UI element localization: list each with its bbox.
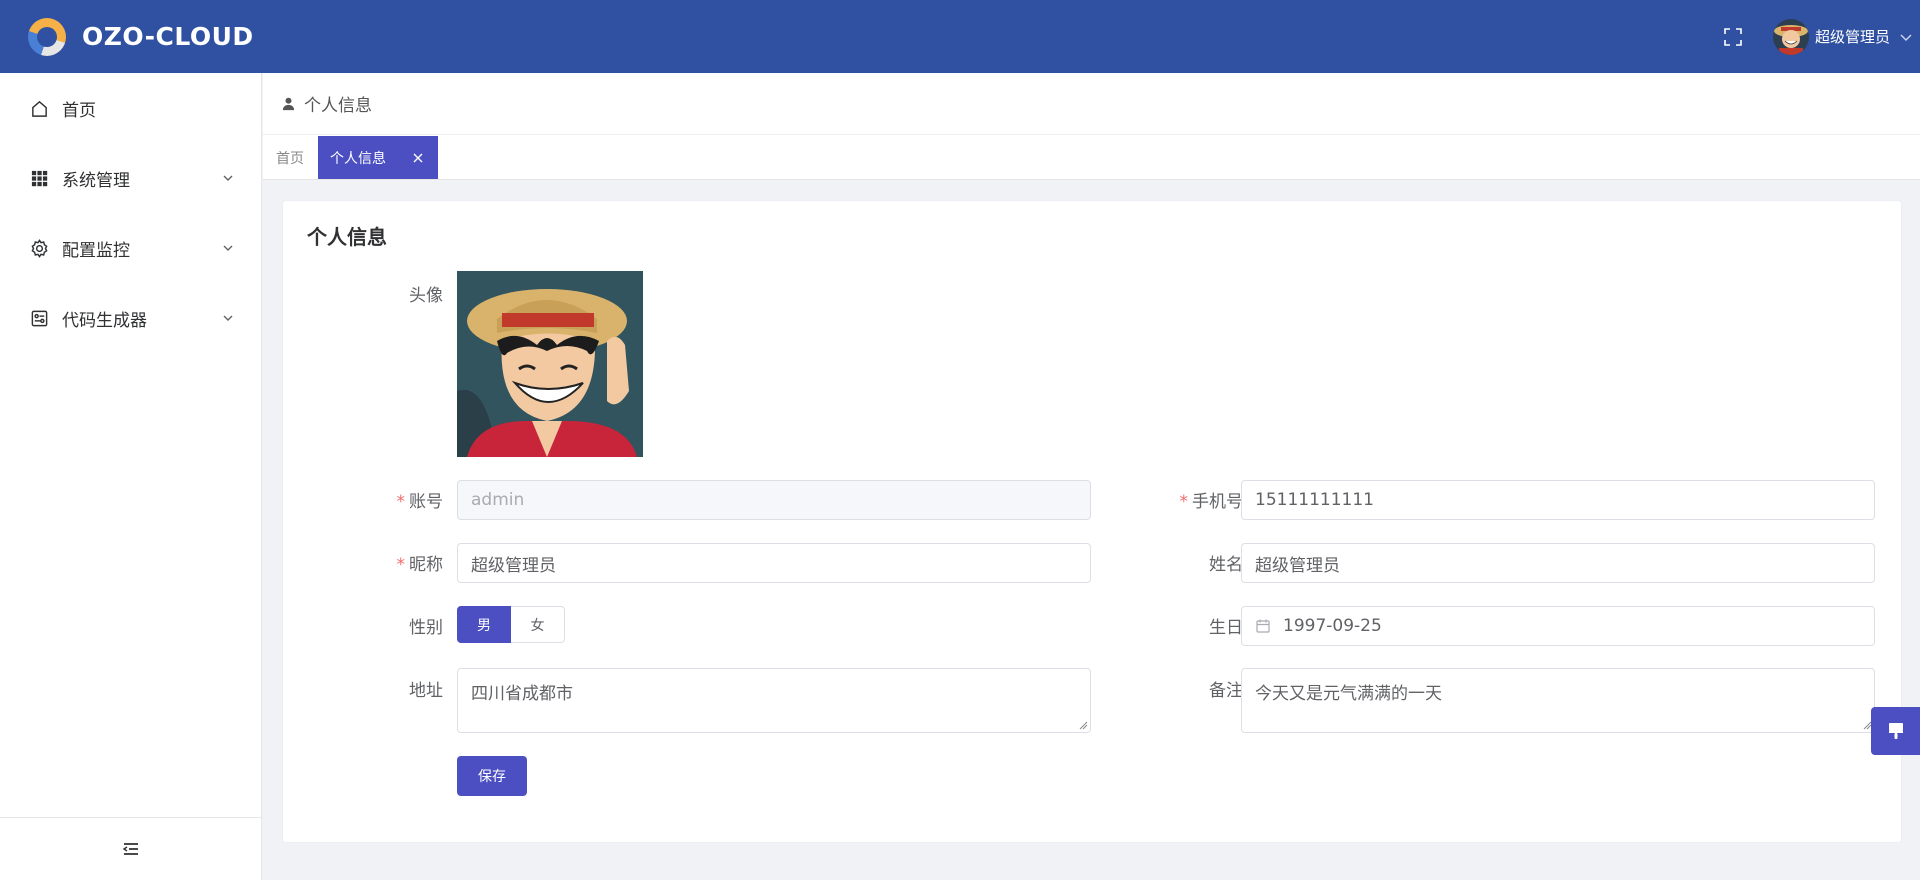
address-textarea[interactable]: 四川省成都市 bbox=[457, 668, 1091, 733]
breadcrumb: 个人信息 bbox=[263, 73, 1920, 135]
account-label: * 账号 bbox=[396, 492, 444, 512]
sidebar-item-label: 系统管理 bbox=[62, 170, 130, 191]
resize-handle-icon[interactable] bbox=[1079, 721, 1088, 730]
nickname-label: * 昵称 bbox=[396, 555, 444, 575]
sidebar-footer bbox=[0, 817, 261, 880]
gender-female-button[interactable]: 女 bbox=[511, 606, 565, 643]
phone-input[interactable]: 15111111111 bbox=[1241, 480, 1875, 520]
address-label: 地址 bbox=[409, 681, 443, 701]
sidebar: 首页 系统管理 配置监控 代码生成器 bbox=[0, 73, 262, 880]
tab-home[interactable]: 首页 bbox=[263, 136, 317, 179]
tab-profile[interactable]: 个人信息 bbox=[318, 136, 438, 179]
avatar[interactable] bbox=[1772, 18, 1809, 55]
top-header: OZO-CLOUD 超级管理员 bbox=[0, 0, 1920, 73]
calendar-icon bbox=[1256, 619, 1270, 633]
remark-label: 备注 bbox=[1209, 681, 1243, 701]
sidebar-item-system[interactable]: 系统管理 bbox=[0, 143, 261, 213]
grid-icon bbox=[31, 170, 48, 186]
chevron-down-icon[interactable] bbox=[1898, 29, 1914, 45]
chevron-down-icon bbox=[223, 315, 233, 321]
home-icon bbox=[32, 100, 47, 117]
breadcrumb-text: 个人信息 bbox=[304, 96, 372, 116]
profile-card: 个人信息 头像 * 账号 admin * 手机号 15111111111 * 昵称 超… bbox=[282, 200, 1902, 843]
avatar-upload[interactable] bbox=[457, 271, 643, 457]
fullscreen-icon[interactable] bbox=[1723, 27, 1743, 47]
user-icon bbox=[282, 97, 295, 111]
gender-male-button[interactable]: 男 bbox=[457, 606, 511, 643]
nickname-input[interactable]: 超级管理员 bbox=[457, 543, 1091, 583]
sidebar-item-label: 首页 bbox=[62, 100, 96, 121]
chevron-down-icon bbox=[223, 245, 233, 251]
account-input: admin bbox=[457, 480, 1091, 520]
sidebar-item-label: 配置监控 bbox=[62, 240, 130, 261]
user-name[interactable]: 超级管理员 bbox=[1815, 26, 1890, 47]
address-value: 四川省成都市 bbox=[471, 684, 573, 704]
logo[interactable]: OZO-CLOUD bbox=[28, 17, 254, 56]
gear-icon bbox=[31, 238, 48, 258]
logo-text: OZO-CLOUD bbox=[82, 22, 254, 51]
birthday-value: 1997-09-25 bbox=[1283, 616, 1382, 636]
name-input[interactable]: 超级管理员 bbox=[1241, 543, 1875, 583]
remark-textarea[interactable]: 今天又是元气满满的一天 bbox=[1241, 668, 1875, 733]
phone-label: * 手机号 bbox=[1179, 492, 1244, 512]
close-icon[interactable] bbox=[412, 152, 424, 164]
birthday-input[interactable]: 1997-09-25 bbox=[1241, 606, 1875, 646]
avatar-label: 头像 bbox=[409, 286, 443, 306]
paint-brush-icon bbox=[1888, 723, 1903, 739]
save-button[interactable]: 保存 bbox=[457, 756, 527, 796]
sidebar-item-config-monitor[interactable]: 配置监控 bbox=[0, 213, 261, 283]
tab-label: 个人信息 bbox=[330, 150, 386, 167]
code-generator-icon bbox=[31, 310, 48, 326]
tabs-bar: 首页 个人信息 bbox=[263, 135, 1920, 180]
avatar-image bbox=[457, 271, 643, 457]
sidebar-item-code-generator[interactable]: 代码生成器 bbox=[0, 283, 261, 353]
card-title: 个人信息 bbox=[307, 225, 387, 249]
logo-icon bbox=[28, 17, 66, 56]
theme-settings-button[interactable] bbox=[1871, 707, 1920, 755]
header-right: 超级管理员 bbox=[1723, 0, 1920, 73]
remark-value: 今天又是元气满满的一天 bbox=[1255, 684, 1442, 704]
name-label: 姓名 bbox=[1209, 555, 1243, 575]
chevron-down-icon bbox=[223, 175, 233, 181]
gender-radio-group: 男 女 bbox=[457, 606, 565, 643]
sidebar-item-label: 代码生成器 bbox=[62, 310, 147, 331]
menu-collapse-icon[interactable] bbox=[122, 841, 140, 857]
sidebar-item-home[interactable]: 首页 bbox=[0, 73, 261, 143]
gender-label: 性别 bbox=[409, 618, 443, 638]
birthday-label: 生日 bbox=[1209, 618, 1243, 638]
